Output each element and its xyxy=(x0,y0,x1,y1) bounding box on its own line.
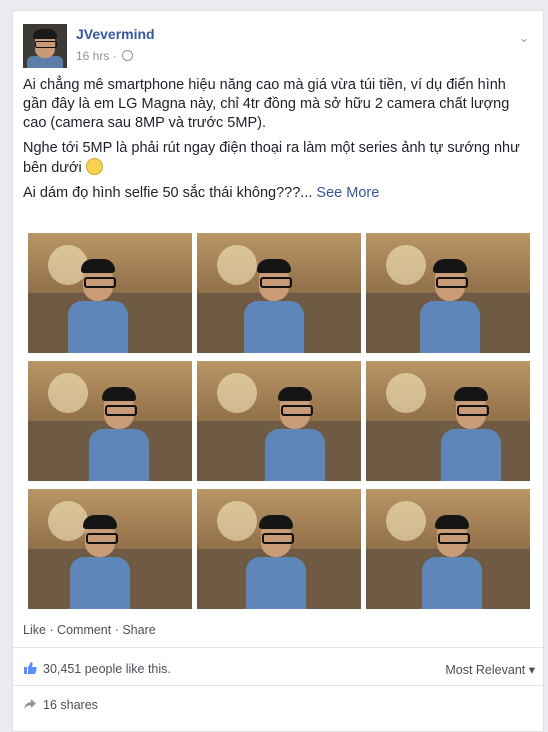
chevron-down-icon[interactable]: ⌄ xyxy=(519,31,529,45)
divider xyxy=(13,647,543,648)
selfie-photo[interactable] xyxy=(28,489,192,609)
selfie-photo[interactable] xyxy=(366,233,530,353)
globe-icon xyxy=(122,50,134,61)
selfie-photo[interactable] xyxy=(28,233,192,353)
post-paragraph: Nghe tới 5MP là phải rút ngay điện thoại… xyxy=(23,140,520,176)
post-actions: Like · Comment · Share xyxy=(23,623,156,637)
selfie-photo[interactable] xyxy=(197,361,361,481)
thumbs-up-icon xyxy=(24,662,37,674)
post-card: JVevermind 16 hrs · ⌄ Ai chẳng mê smartp… xyxy=(12,10,544,732)
comment-button[interactable]: Comment xyxy=(57,623,111,637)
post-timestamp[interactable]: 16 hrs · xyxy=(76,49,134,63)
smile-emoji-icon xyxy=(85,158,103,175)
selfie-photo[interactable] xyxy=(366,489,530,609)
selfie-photo[interactable] xyxy=(366,361,530,481)
see-more-link[interactable]: See More xyxy=(316,185,379,201)
author-name[interactable]: JVevermind xyxy=(76,26,155,42)
selfie-photo[interactable] xyxy=(197,489,361,609)
post-paragraph: Ai dám đọ hình selfie 50 sắc thái không?… xyxy=(23,185,380,201)
share-icon xyxy=(24,699,36,709)
share-button[interactable]: Share xyxy=(122,623,155,637)
divider xyxy=(13,685,543,686)
shares-summary[interactable]: 16 shares xyxy=(23,697,98,712)
likes-summary[interactable]: 30,451 people like this. xyxy=(23,661,171,676)
selfie-photo[interactable] xyxy=(28,361,192,481)
sort-dropdown[interactable]: Most Relevant ▾ xyxy=(445,662,535,677)
like-button[interactable]: Like xyxy=(23,623,46,637)
selfie-photo[interactable] xyxy=(197,233,361,353)
photo-grid[interactable] xyxy=(28,233,533,609)
post-text: Ai chẳng mê smartphone hiệu năng cao mà … xyxy=(23,76,533,209)
post-header: JVevermind 16 hrs · ⌄ xyxy=(23,21,533,71)
avatar[interactable] xyxy=(23,24,67,68)
post-paragraph: Ai chẳng mê smartphone hiệu năng cao mà … xyxy=(23,77,510,131)
